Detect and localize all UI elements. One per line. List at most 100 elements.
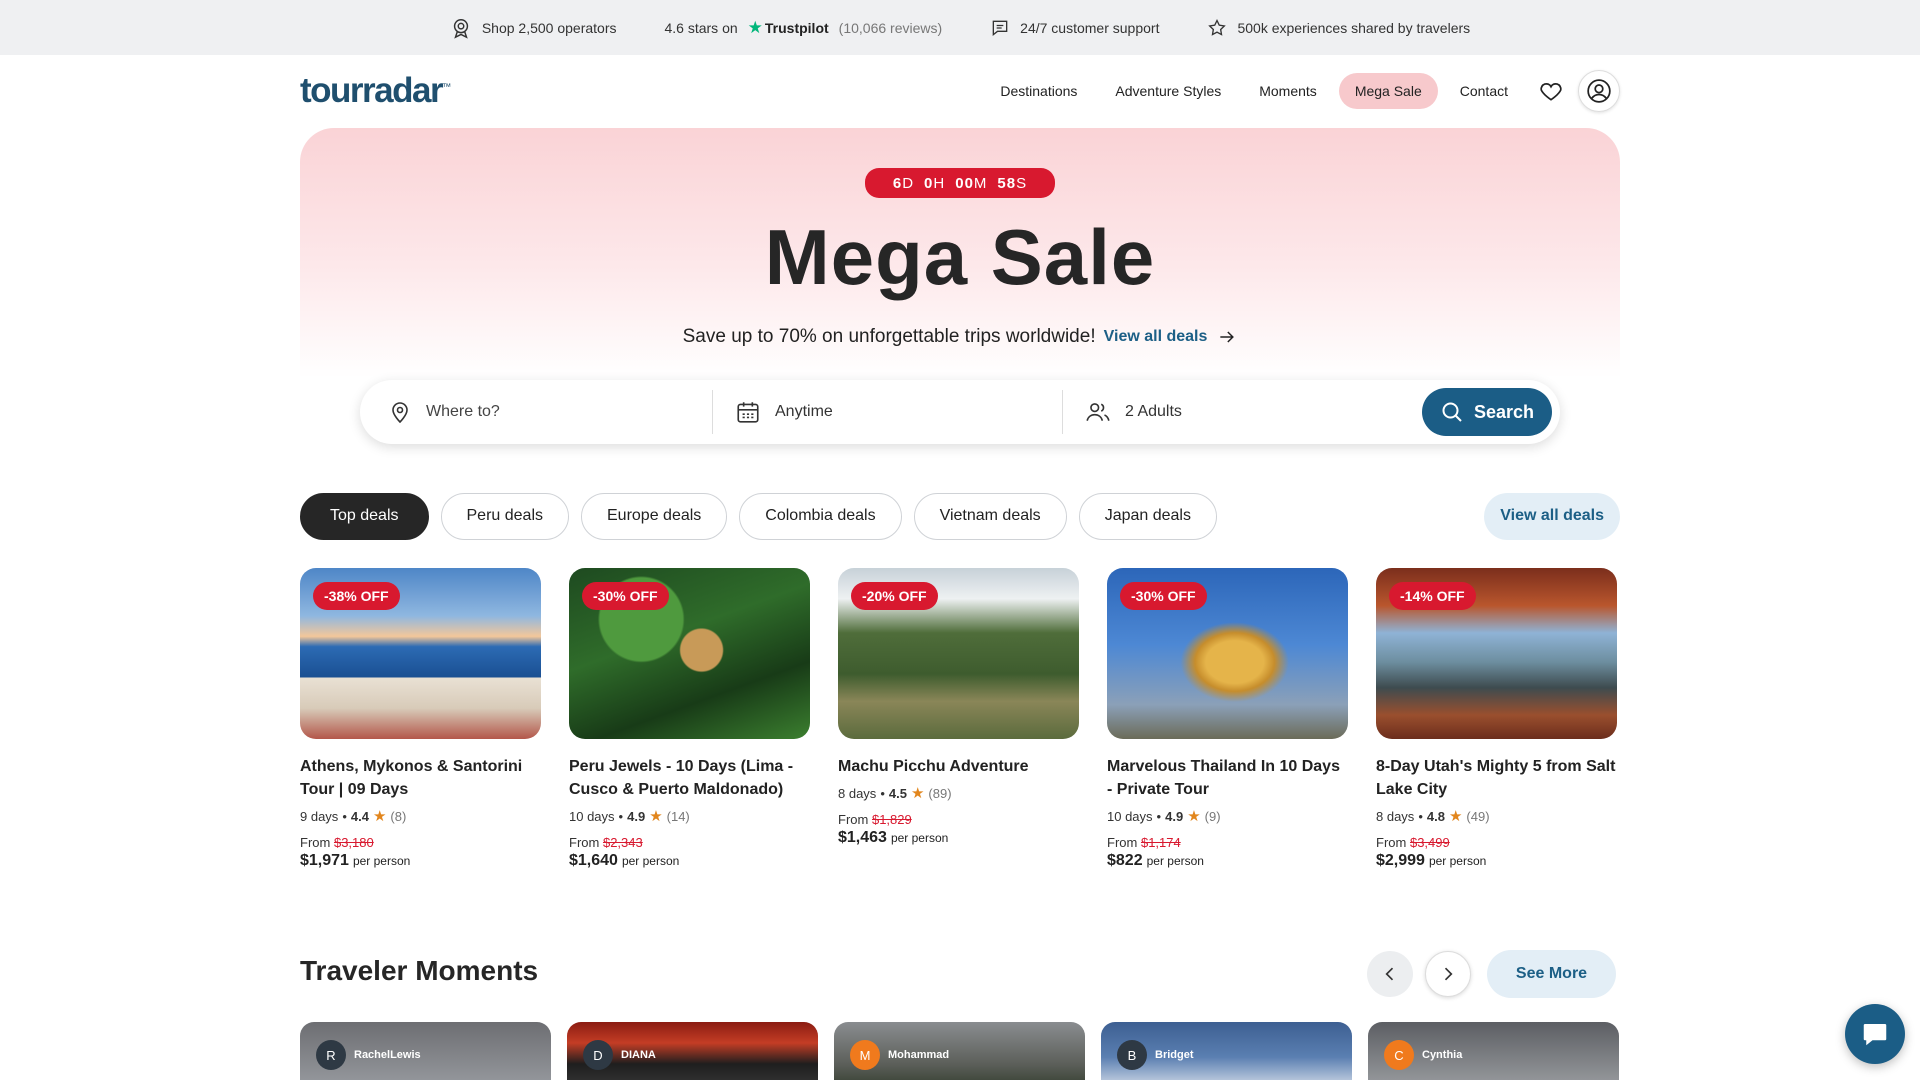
trustpilot-rating[interactable]: 4.6 stars on ★ Trustpilot (10,066 review… — [664, 18, 942, 38]
deal-card[interactable]: -30% OFF Peru Jewels - 10 Days (Lima - C… — [569, 568, 810, 870]
top-info-bar: Shop 2,500 operators 4.6 stars on ★ Trus… — [0, 0, 1920, 55]
deal-duration: 10 days — [569, 808, 615, 824]
deal-card[interactable]: -20% OFF Machu Picchu Adventure 8 days •… — [838, 568, 1079, 870]
deal-meta: 10 days • 4.9 ★ (9) — [1107, 808, 1221, 825]
traveler-moments-heading: Traveler Moments — [300, 955, 539, 986]
deal-title[interactable]: Athens, Mykonos & Santorini Tour | 09 Da… — [300, 755, 541, 801]
rating-star-icon: ★ — [910, 785, 925, 802]
per-person-label: per person — [621, 854, 680, 868]
price-value: $2,999 — [1376, 852, 1425, 869]
deal-from: From $2,343 — [569, 835, 810, 850]
per-person-label: per person — [352, 854, 411, 868]
deal-image-machu-picchu[interactable]: -20% OFF — [838, 568, 1079, 739]
search-icon — [1442, 402, 1462, 422]
moments-list: R RachelLewis D DIANA M Mohammad B Bridget C… — [300, 1022, 1619, 1080]
operator-badge-icon — [453, 18, 468, 39]
moment-card[interactable]: D DIANA — [567, 1022, 818, 1080]
chip-peru-deals[interactable]: Peru deals — [440, 492, 569, 540]
rating-star-icon: ★ — [1448, 808, 1463, 825]
search-button[interactable]: Search — [1422, 388, 1552, 436]
trustpilot-label: Trustpilot — [764, 19, 829, 36]
discount-badge: -30% OFF — [582, 582, 669, 610]
nav-moments[interactable]: Moments — [1243, 73, 1333, 109]
destination-placeholder: Where to? — [426, 403, 500, 420]
hero-subtitle: Save up to 70% on unforgettable trips wo… — [682, 326, 1096, 347]
date-value: Anytime — [775, 403, 833, 420]
discount-badge: -38% OFF — [313, 582, 400, 610]
trustpilot-reviews: (10,066 reviews) — [838, 19, 943, 36]
deal-duration: 10 days — [1107, 808, 1153, 824]
travelers-field[interactable]: 2 Adults — [1063, 390, 1422, 434]
support-info: 24/7 customer support — [990, 18, 1159, 38]
tourradar-logo[interactable]: tourradar™ — [300, 71, 451, 111]
from-label: From — [1107, 835, 1138, 850]
deal-image-santorini[interactable]: -38% OFF — [300, 568, 541, 739]
chip-europe-deals[interactable]: Europe deals — [581, 492, 728, 540]
main-nav: Destinations Adventure Styles Moments Me… — [984, 70, 1620, 112]
chip-top-deals[interactable]: Top deals — [300, 492, 429, 540]
moment-card[interactable]: C Cynthia — [1368, 1022, 1619, 1080]
experiences-info: 500k experiences shared by travelers — [1207, 18, 1470, 38]
deal-title[interactable]: 8-Day Utah's Mighty 5 from Salt Lake Cit… — [1376, 755, 1617, 801]
wishlist-button[interactable] — [1530, 70, 1572, 112]
deal-rating: 4.9 — [1165, 808, 1184, 824]
countdown-seconds: 58S — [997, 174, 1028, 192]
moment-author: R RachelLewis — [316, 1040, 421, 1070]
destination-field[interactable]: Where to? — [360, 390, 713, 434]
hero-subtitle-row: Save up to 70% on unforgettable trips wo… — [300, 326, 1620, 348]
rating-star-icon: ★ — [649, 808, 663, 825]
date-field[interactable]: Anytime — [713, 390, 1063, 434]
rating-star-icon: ★ — [372, 808, 387, 825]
discount-badge: -14% OFF — [1389, 582, 1476, 610]
hero-view-all-deals-link[interactable]: View all deals — [1104, 327, 1238, 347]
nav-contact[interactable]: Contact — [1444, 73, 1524, 109]
trustpilot-star-icon: ★ — [747, 17, 763, 37]
chip-colombia-deals[interactable]: Colombia deals — [739, 492, 902, 540]
moment-author: C Cynthia — [1384, 1040, 1462, 1070]
deal-old-price: $1,174 — [1140, 835, 1181, 850]
deal-title[interactable]: Machu Picchu Adventure — [838, 755, 1079, 778]
deal-rating: 4.5 — [888, 785, 907, 801]
view-all-deals-button[interactable]: View all deals — [1484, 492, 1620, 540]
chip-vietnam-deals[interactable]: Vietnam deals — [913, 492, 1067, 540]
moment-card[interactable]: R RachelLewis — [300, 1022, 551, 1080]
operators-text: Shop 2,500 operators — [481, 19, 617, 36]
avatar: D — [583, 1040, 613, 1070]
carousel-prev-button[interactable] — [1367, 951, 1413, 997]
carousel-next-button[interactable] — [1425, 951, 1471, 997]
moment-card[interactable]: B Bridget — [1101, 1022, 1352, 1080]
deal-title[interactable]: Peru Jewels - 10 Days (Lima - Cusco & Pu… — [569, 755, 810, 801]
deal-image-peru[interactable]: -30% OFF — [569, 568, 810, 739]
arrow-right-icon — [1220, 331, 1235, 343]
moment-card[interactable]: M Mohammad — [834, 1022, 1085, 1080]
deal-old-price: $1,829 — [871, 812, 912, 827]
deal-reviews: (14) — [666, 808, 690, 824]
deal-from: From $1,174 — [1107, 835, 1348, 850]
deal-image-thailand[interactable]: -30% OFF — [1107, 568, 1348, 739]
avatar: C — [1384, 1040, 1414, 1070]
author-name: Bridget — [1155, 1049, 1194, 1061]
account-button[interactable] — [1578, 70, 1620, 112]
star-outline-icon — [1208, 18, 1227, 36]
live-chat-button[interactable] — [1845, 1004, 1905, 1064]
sale-countdown: 6D 0H 00M 58S — [865, 168, 1055, 198]
deal-card[interactable]: -38% OFF Athens, Mykonos & Santorini Tou… — [300, 568, 541, 870]
search-button-label: Search — [1473, 401, 1535, 422]
nav-mega-sale[interactable]: Mega Sale — [1338, 73, 1438, 109]
deal-from: From $3,499 — [1376, 835, 1617, 850]
avatar: B — [1117, 1040, 1147, 1070]
nav-adventure-styles[interactable]: Adventure Styles — [1099, 73, 1237, 109]
countdown-minutes: 00M — [955, 174, 988, 192]
deal-card[interactable]: -14% OFF 8-Day Utah's Mighty 5 from Salt… — [1376, 568, 1617, 870]
deal-title[interactable]: Marvelous Thailand In 10 Days - Private … — [1107, 755, 1348, 801]
see-more-button[interactable]: See More — [1487, 950, 1616, 998]
nav-destinations[interactable]: Destinations — [984, 73, 1093, 109]
deal-image-utah[interactable]: -14% OFF — [1376, 568, 1617, 739]
avatar: R — [316, 1040, 346, 1070]
deal-card[interactable]: -30% OFF Marvelous Thailand In 10 Days -… — [1107, 568, 1348, 870]
deal-old-price: $2,343 — [602, 835, 643, 850]
chip-japan-deals[interactable]: Japan deals — [1078, 492, 1217, 540]
deal-price: $1,463 per person — [838, 829, 1079, 847]
price-value: $1,640 — [569, 852, 618, 869]
heart-icon — [1540, 82, 1562, 101]
